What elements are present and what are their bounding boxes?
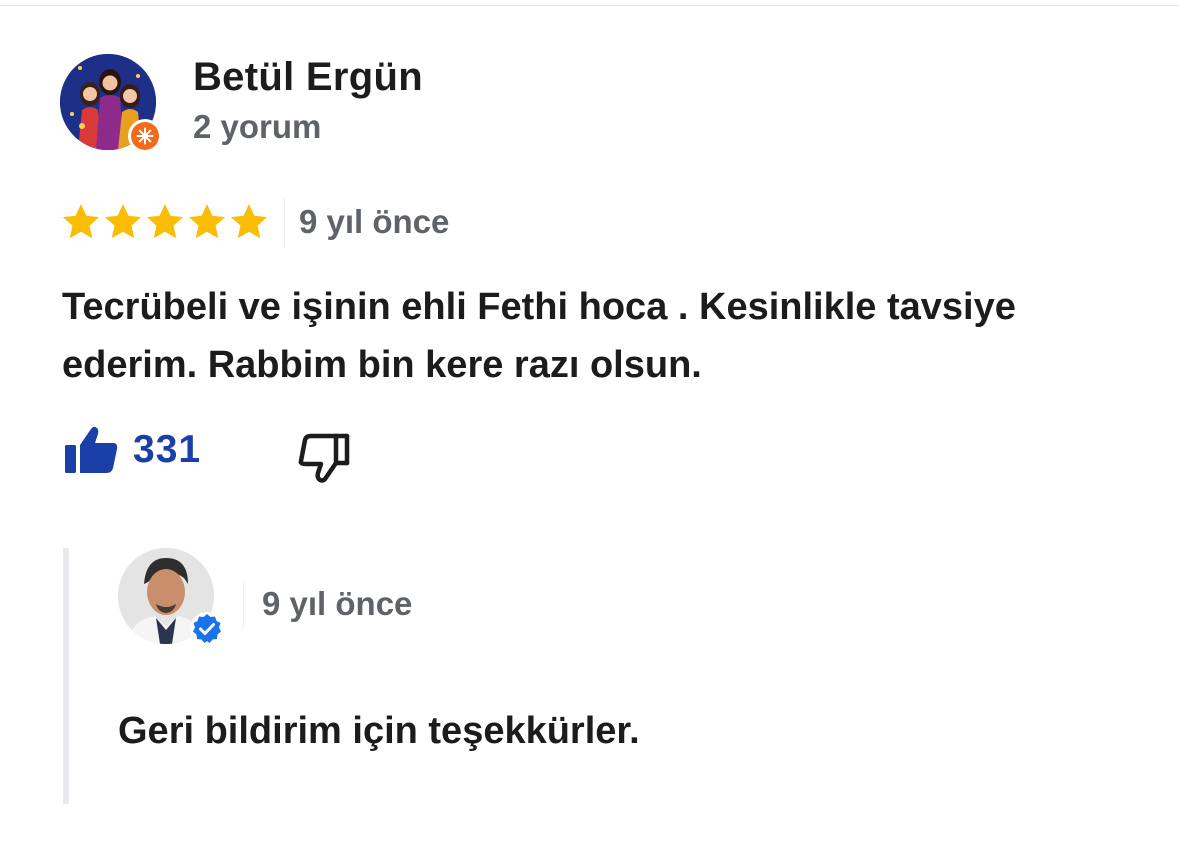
star-icon <box>62 204 100 239</box>
divider <box>243 582 244 630</box>
reply-indent-bar <box>63 548 69 804</box>
review-time: 9 yıl önce <box>299 203 450 240</box>
verified-check-icon <box>189 611 225 647</box>
like-button[interactable]: 331 <box>63 425 201 475</box>
reply-time: 9 yıl önce <box>262 585 413 622</box>
star-icon <box>230 204 268 239</box>
reviewer-review-count: 2 yorum <box>193 108 322 145</box>
star-icon <box>188 204 226 239</box>
thumbs-down-outline-icon <box>298 433 350 483</box>
local-guide-icon <box>128 119 162 153</box>
reply-text: Geri bildirim için teşekkürler. <box>118 710 640 752</box>
dislike-button[interactable] <box>297 433 351 488</box>
divider <box>284 198 285 246</box>
star-icon <box>146 204 184 239</box>
star-rating <box>60 201 270 243</box>
review-card: Betül Ergün 2 yorum 9 yıl önce Tecrübeli… <box>0 0 1179 850</box>
reviewer-name[interactable]: Betül Ergün <box>193 55 423 100</box>
review-text: Tecrübeli ve işinin ehli Fethi hoca . Ke… <box>62 286 1016 386</box>
thumbs-up-filled-icon <box>65 426 118 473</box>
like-count: 331 <box>133 428 202 471</box>
star-icon <box>104 204 142 239</box>
